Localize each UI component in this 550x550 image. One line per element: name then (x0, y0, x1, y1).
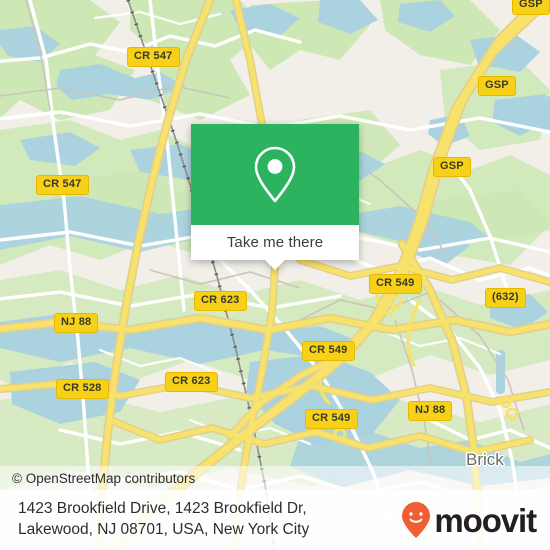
road-shield: GSP (478, 76, 516, 96)
footer-bar: 1423 Brookfield Drive, 1423 Brookfield D… (0, 490, 550, 550)
road-shield: CR 528 (56, 379, 109, 399)
location-popup-card[interactable]: Take me there (191, 124, 359, 270)
map-screenshot: CR 547 GSP GSP GSP CR 547 CR 549 (632) C… (0, 0, 550, 550)
road-shield: (632) (485, 288, 526, 308)
road-shield: CR 549 (369, 274, 422, 294)
road-shield: CR 623 (165, 372, 218, 392)
road-shield: CR 623 (194, 291, 247, 311)
road-shield: GSP (512, 0, 550, 15)
moovit-pin-icon (402, 502, 431, 538)
address-block: 1423 Brookfield Drive, 1423 Brookfield D… (18, 499, 309, 540)
road-shield: GSP (433, 157, 471, 177)
road-shield: CR 547 (127, 47, 180, 67)
road-shield: CR 549 (305, 409, 358, 429)
osm-attribution[interactable]: © OpenStreetMap contributors (0, 466, 550, 490)
moovit-wordmark: moovit (434, 501, 537, 539)
address-line-2: Lakewood, NJ 08701, USA, New York City (18, 521, 310, 538)
road-shield: CR 547 (36, 175, 89, 195)
map-pin-icon (254, 146, 296, 202)
road-shield: CR 549 (302, 341, 355, 361)
road-shield: NJ 88 (54, 313, 99, 333)
card-image-area (191, 124, 359, 225)
osm-attribution-text: © OpenStreetMap contributors (12, 470, 196, 486)
moovit-logo[interactable]: moovit (401, 501, 537, 539)
take-me-there-label: Take me there (226, 234, 324, 251)
take-me-there-button[interactable]: Take me there (191, 225, 359, 270)
card-pointer-tail (264, 259, 286, 270)
address-line-1: 1423 Brookfield Drive, 1423 Brookfield D… (18, 500, 307, 518)
road-shield: NJ 88 (408, 401, 453, 421)
